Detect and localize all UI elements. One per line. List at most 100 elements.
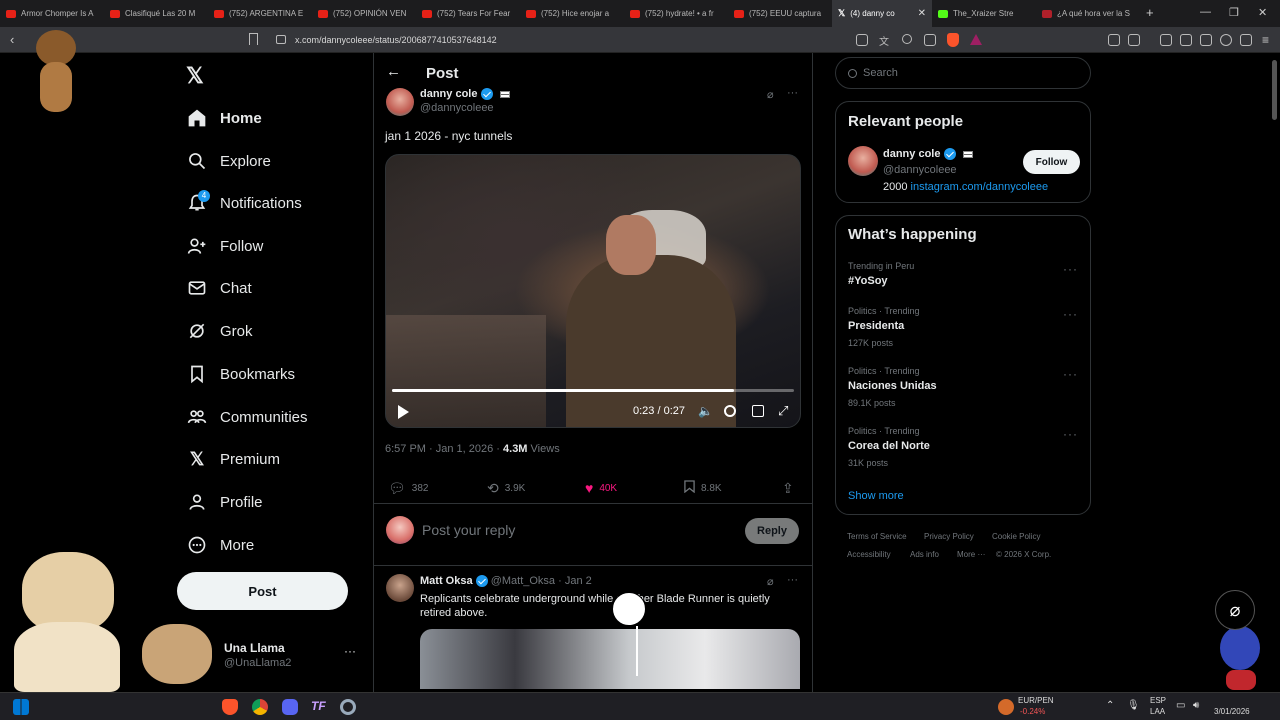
maximize-icon[interactable]: ❐ [1229,6,1239,19]
x-logo-icon[interactable]: 𝕏 [186,63,204,89]
play-icon[interactable] [398,405,409,419]
chrome-app-icon[interactable] [252,699,268,715]
footer-link[interactable]: Terms of Service [847,532,907,541]
grok-post-icon[interactable]: ⌀ [767,575,774,588]
grok-floating-button[interactable]: ⌀ [1215,590,1255,630]
nav-explore[interactable]: Explore [186,148,271,174]
nav-notifications[interactable]: 4 Notifications [186,190,302,216]
brave-rewards-icon[interactable] [970,34,982,45]
brave-app-icon[interactable] [222,699,238,715]
page-scrollbar[interactable] [1272,60,1277,120]
author-avatar[interactable] [386,88,414,116]
settings-gear-icon[interactable] [724,405,736,417]
footer-link[interactable]: Cookie Policy [992,532,1040,541]
browser-tab[interactable]: (752) Tears For Fear [416,0,520,27]
language-code[interactable]: ESP [1150,696,1166,705]
bookmark-action[interactable]: 8.8K [684,480,722,496]
back-icon[interactable]: ‹ [10,32,14,47]
discord-app-icon[interactable] [282,699,298,715]
more-dots-icon[interactable]: ··· [787,574,798,586]
grok-post-icon[interactable]: ⌀ [767,88,774,101]
search-box[interactable]: Search [835,57,1091,89]
fullscreen-icon[interactable]: ⤢ [778,403,788,419]
search-input[interactable]: Search [863,67,898,79]
pip-icon[interactable] [752,405,764,417]
close-window-icon[interactable]: ✕ [1258,6,1267,19]
more-dots-icon[interactable]: ··· [1063,427,1078,441]
windows-start-icon[interactable] [13,699,29,715]
media-icon[interactable] [1160,34,1172,46]
more-dots-icon[interactable]: ··· [1063,262,1078,276]
extensions-icon[interactable] [1108,34,1120,46]
progress-track[interactable] [392,389,794,392]
screen-cast-icon[interactable] [856,34,868,46]
browser-tab[interactable]: (752) Hice enojar a [520,0,624,27]
browser-tab[interactable]: ¿A qué hora ver la S [1036,0,1140,27]
nav-premium[interactable]: 𝕏 Premium [186,446,280,472]
footer-link[interactable]: More ··· [957,550,985,559]
trend-item[interactable]: Politics · Trending Naciones Unidas 89.1… [848,366,1080,414]
nav-bookmarks[interactable]: Bookmarks [186,361,295,387]
video-player[interactable]: 0:23 / 0:27 🔈 ⤢ [385,154,801,428]
network-icon[interactable]: ▭ [1176,700,1185,711]
browser-tab[interactable]: (752) OPINIÓN VEN [312,0,416,27]
person-name-line[interactable]: danny cole [883,148,973,161]
share-action[interactable]: ⇪ [782,480,800,497]
browser-tab-active[interactable]: 𝕏 (4) danny co ✕ [832,0,932,27]
sidebar-toggle-icon[interactable] [1180,34,1192,46]
clock-date[interactable]: 3/01/2026 [1214,707,1250,716]
browser-tab[interactable]: Armor Chomper Is A [0,0,104,27]
tray-chevron-icon[interactable]: ⌃ [1106,700,1114,711]
translate-icon[interactable]: 文 [879,33,889,48]
show-more-link[interactable]: Show more [848,490,904,502]
repost-action[interactable]: ⟲ 3.9K [487,480,525,497]
mic-icon[interactable]: 🎙︎ [1127,700,1140,711]
close-tab-icon[interactable]: ✕ [918,8,926,19]
footer-link[interactable]: Privacy Policy [924,532,974,541]
browser-tab[interactable]: (752) hydrate! • a fr [624,0,728,27]
more-dots-icon[interactable]: ··· [1063,367,1078,381]
nav-grok[interactable]: Grok [186,318,253,344]
reply-tweet-avatar[interactable] [386,574,414,602]
nav-more[interactable]: More [186,532,254,558]
menu-icon[interactable]: ≡ [1262,33,1269,47]
leo-icon[interactable] [1220,34,1232,46]
share-icon[interactable] [924,34,936,46]
person-handle[interactable]: @dannycoleee [883,164,957,176]
ticker-name[interactable]: EUR/PEN [1018,696,1054,705]
bookmark-page-icon[interactable] [249,33,258,45]
reply-action[interactable]: 💬︎ 382 [388,480,428,497]
person-avatar[interactable] [848,146,878,176]
browser-tab[interactable]: (752) ARGENTINA E [208,0,312,27]
tf-app-icon[interactable]: TF [311,699,327,715]
account-switcher[interactable]: Una Llama @UnaLlama2 ··· [186,636,361,676]
url-text[interactable]: x.com/dannycoleee/status/200687741053764… [295,35,497,45]
vpn-icon[interactable] [1240,34,1252,46]
browser-tab[interactable]: (752) EEUU captura [728,0,832,27]
author-handle[interactable]: @dannycoleee [420,102,494,114]
wallet-icon[interactable] [1200,34,1212,46]
browser-tab[interactable]: Clasifiqué Las 20 M [104,0,208,27]
follow-button[interactable]: Follow [1023,150,1080,174]
nav-profile[interactable]: Profile [186,489,263,515]
browser-tab[interactable]: The_Xraizer Stre [932,0,1036,27]
reply-input[interactable]: Post your reply [422,522,722,538]
new-tab-icon[interactable]: + [1146,5,1154,20]
settings-app-icon[interactable] [340,699,356,715]
brave-shield-icon[interactable] [947,33,959,47]
extension-icon[interactable] [1128,34,1140,46]
more-dots-icon[interactable]: ··· [1063,307,1078,321]
post-timestamp[interactable]: 6:57 PM · Jan 1, 2026 · [385,443,503,455]
reply-button[interactable]: Reply [745,518,799,544]
nav-home[interactable]: Home [186,105,262,131]
zoom-icon[interactable] [902,34,912,44]
post-button[interactable]: Post [177,572,348,610]
author-line[interactable]: danny cole [420,88,510,101]
volume-icon[interactable]: 🔊︎ [1193,700,1199,711]
nav-chat[interactable]: Chat [186,275,252,301]
like-action[interactable]: ♥ 40K [585,480,617,496]
volume-icon[interactable]: 🔈 [698,404,713,418]
trend-item[interactable]: Politics · Trending Corea del Norte 31K … [848,426,1080,474]
back-arrow-icon[interactable]: ← [386,63,401,80]
trend-item[interactable]: Trending in Peru #YoSoy [848,261,1080,297]
